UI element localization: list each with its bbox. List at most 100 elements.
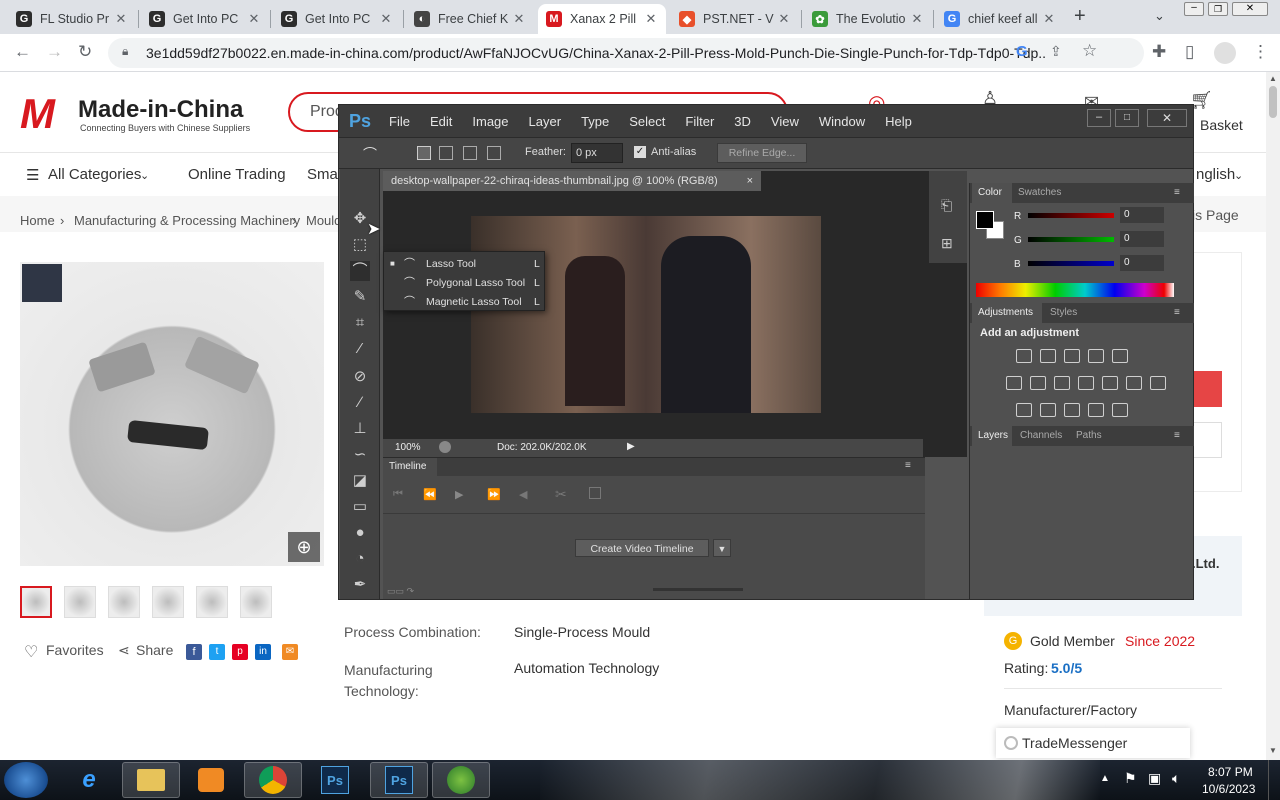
facebook-icon[interactable]: f bbox=[186, 644, 202, 660]
site-logo[interactable]: M Made-in-China Connecting Buyers with C… bbox=[20, 90, 250, 137]
color-lookup-icon[interactable] bbox=[1126, 376, 1142, 390]
vibrance-icon[interactable] bbox=[1112, 349, 1128, 363]
tab-adjustments[interactable]: Adjustments bbox=[972, 303, 1042, 323]
ps-maximize-button[interactable]: □ bbox=[1115, 109, 1139, 127]
channel-value-r[interactable]: 0 bbox=[1120, 207, 1164, 223]
share-icon[interactable]: ⋖ bbox=[118, 642, 130, 659]
profile-avatar-icon[interactable] bbox=[1214, 42, 1236, 64]
split-scissors-icon[interactable]: ✂ bbox=[555, 486, 567, 503]
breadcrumb-home[interactable]: Home bbox=[20, 213, 55, 228]
share-page-icon[interactable]: ⇪ bbox=[1050, 43, 1062, 60]
history-brush-tool-icon[interactable]: ∽ bbox=[350, 445, 370, 465]
product-main-image[interactable]: ⊕ bbox=[20, 262, 324, 566]
ps-menu-filter[interactable]: Filter bbox=[685, 114, 714, 129]
tab-paths[interactable]: Paths bbox=[1076, 426, 1102, 446]
nav-online-trading[interactable]: Online Trading bbox=[188, 166, 286, 183]
color-spectrum-bar[interactable] bbox=[976, 283, 1174, 297]
document-tab-close-icon[interactable]: × bbox=[747, 171, 753, 191]
intersect-selection-icon[interactable] bbox=[487, 146, 501, 160]
create-video-timeline-button[interactable]: Create Video Timeline bbox=[575, 539, 709, 557]
eyedropper-tool-icon[interactable]: ⁄ bbox=[350, 339, 370, 359]
product-thumbnail[interactable] bbox=[64, 586, 96, 618]
timeline-zoom-slider[interactable] bbox=[653, 588, 743, 591]
invert-icon[interactable] bbox=[1150, 376, 1166, 390]
transition-icon[interactable] bbox=[589, 487, 601, 499]
channel-value-g[interactable]: 0 bbox=[1120, 231, 1164, 247]
refine-edge-button[interactable]: Refine Edge... bbox=[717, 143, 807, 163]
channel-mixer-icon[interactable] bbox=[1102, 376, 1118, 390]
timeline-dropdown-button[interactable]: ▼ bbox=[713, 539, 731, 557]
tab-channels[interactable]: Channels bbox=[1020, 426, 1062, 446]
ps-menu-file[interactable]: File bbox=[389, 114, 410, 129]
share-link[interactable]: Share bbox=[136, 642, 173, 658]
favorites-link[interactable]: Favorites bbox=[46, 642, 104, 658]
tab-close-icon[interactable]: ✕ bbox=[512, 11, 526, 27]
document-canvas[interactable] bbox=[471, 216, 821, 413]
foreground-color-swatch[interactable] bbox=[976, 211, 994, 229]
dodge-tool-icon[interactable]: ◔ bbox=[350, 549, 370, 569]
layers-panel-menu-icon[interactable]: ≡ bbox=[1174, 426, 1180, 446]
scroll-thumb[interactable] bbox=[1269, 86, 1277, 118]
ps-menu-window[interactable]: Window bbox=[819, 114, 865, 129]
product-thumbnail[interactable] bbox=[196, 586, 228, 618]
nav-language[interactable]: nglish bbox=[1196, 166, 1235, 183]
channel-slider-b[interactable] bbox=[1028, 261, 1114, 266]
tab-close-icon[interactable]: ✕ bbox=[247, 11, 261, 27]
bookmark-star-icon[interactable]: ☆ bbox=[1082, 41, 1097, 61]
photo-filter-icon[interactable] bbox=[1078, 376, 1094, 390]
page-scrollbar[interactable]: ▲ ▼ bbox=[1266, 72, 1280, 760]
exposure-icon[interactable] bbox=[1088, 349, 1104, 363]
product-thumbnail[interactable] bbox=[240, 586, 272, 618]
zoom-level[interactable]: 100% bbox=[395, 442, 421, 453]
crop-tool-icon[interactable]: ⌗ bbox=[350, 313, 370, 333]
threshold-icon[interactable] bbox=[1040, 403, 1056, 417]
brush-tool-icon[interactable]: ∕ bbox=[350, 393, 370, 413]
curves-icon[interactable] bbox=[1064, 349, 1080, 363]
side-panel-icon[interactable]: ▯ bbox=[1185, 42, 1194, 62]
clone-stamp-tool-icon[interactable]: ⊥ bbox=[350, 419, 370, 439]
play-icon[interactable]: ▶ bbox=[455, 488, 463, 501]
status-arrow-icon[interactable]: ▶ bbox=[627, 441, 635, 452]
taskbar-photoshop[interactable]: Ps bbox=[370, 762, 428, 798]
product-thumbnail[interactable] bbox=[20, 586, 52, 618]
previous-frame-icon[interactable]: ⏪ bbox=[423, 488, 437, 501]
tab-close-icon[interactable]: ✕ bbox=[644, 11, 658, 27]
basket-label[interactable]: Basket bbox=[1200, 117, 1243, 133]
taskbar-download-manager[interactable] bbox=[432, 762, 490, 798]
action-center-icon[interactable]: ⚑ bbox=[1124, 770, 1137, 787]
supplier-name-suffix[interactable]: .Ltd. bbox=[1192, 556, 1219, 571]
levels-icon[interactable] bbox=[1040, 349, 1056, 363]
next-frame-icon[interactable]: ⏩ bbox=[487, 488, 501, 501]
channel-value-b[interactable]: 0 bbox=[1120, 255, 1164, 271]
tab-styles[interactable]: Styles bbox=[1050, 303, 1077, 323]
browser-tab[interactable]: G FL Studio Pr ✕ bbox=[8, 4, 136, 34]
healing-brush-tool-icon[interactable]: ⊘ bbox=[350, 367, 370, 387]
color-balance-icon[interactable] bbox=[1030, 376, 1046, 390]
new-selection-icon[interactable] bbox=[417, 146, 431, 160]
timeline-menu-icon[interactable]: ≡ bbox=[905, 460, 911, 471]
tab-close-icon[interactable]: ✕ bbox=[1042, 11, 1056, 27]
brightness-contrast-icon[interactable] bbox=[1016, 349, 1032, 363]
tab-search-icon[interactable]: ⌄ bbox=[1154, 8, 1165, 24]
taskbar-chrome[interactable] bbox=[244, 762, 302, 798]
ps-menu-type[interactable]: Type bbox=[581, 114, 609, 129]
posterize-icon[interactable] bbox=[1016, 403, 1032, 417]
window-close-button[interactable]: ✕ bbox=[1232, 2, 1268, 16]
ps-menu-layer[interactable]: Layer bbox=[529, 114, 562, 129]
pinterest-icon[interactable]: p bbox=[232, 644, 248, 660]
heart-icon[interactable]: ♡ bbox=[24, 642, 38, 662]
reload-icon[interactable]: ↻ bbox=[78, 42, 92, 62]
quick-selection-tool-icon[interactable]: ✎ bbox=[350, 287, 370, 307]
ps-menu-select[interactable]: Select bbox=[629, 114, 665, 129]
report-this-page-link[interactable]: is Page bbox=[1192, 207, 1239, 223]
menu-kebab-icon[interactable]: ⋮ bbox=[1252, 42, 1269, 62]
history-panel-icon[interactable]: ⎗ bbox=[941, 197, 952, 214]
selective-color-icon[interactable] bbox=[1088, 403, 1104, 417]
blur-tool-icon[interactable]: ● bbox=[350, 523, 370, 543]
lasso-preset-icon[interactable]: ⌒ bbox=[363, 144, 377, 164]
tray-expand-icon[interactable]: ▲ bbox=[1100, 773, 1110, 784]
shadows-highlights-icon[interactable] bbox=[1112, 403, 1128, 417]
show-desktop-button[interactable] bbox=[1268, 760, 1280, 800]
window-restore-button[interactable]: ❐ bbox=[1208, 2, 1228, 16]
channel-slider-r[interactable] bbox=[1028, 213, 1114, 218]
